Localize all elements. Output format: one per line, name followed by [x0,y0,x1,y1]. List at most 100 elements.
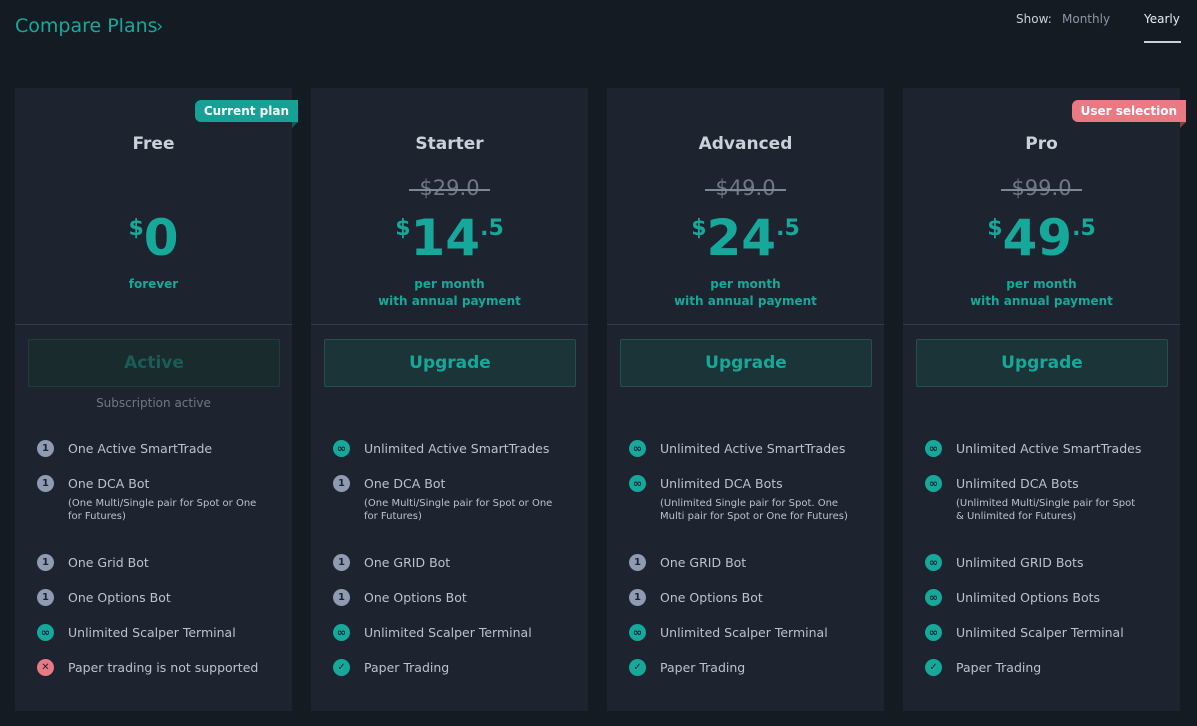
current-plan-badge: Current plan [194,100,299,128]
infinity-icon: ∞ [925,554,942,571]
plan-name: Free [132,134,175,154]
infinity-icon: ∞ [925,589,942,606]
billing-period-line: with annual payment [674,294,817,308]
upgrade-button[interactable]: Upgrade [916,339,1168,387]
feature-label: Unlimited Scalper Terminal [68,625,236,640]
feature-label: Paper Trading [364,660,450,675]
feature-label: Unlimited DCA Bots [956,476,1079,491]
feature-note: (One Multi/Single pair for Spot or One f… [364,498,553,522]
check-icon: ✓ [925,659,942,676]
feature-label: Unlimited GRID Bots [956,555,1084,570]
infinity-icon: ∞ [629,475,646,492]
plan-card-pro: User selection Pro $99.0 $49.5 per month with… [903,88,1187,711]
infinity-icon: ∞ [629,440,646,457]
feature-label: One Active SmartTrade [68,441,213,456]
period-yearly-tab[interactable]: Yearly [1144,12,1180,26]
billing-period: per month with annual payment [607,276,884,310]
old-price-wrapper: $29.0 [311,176,588,200]
active-button: Active [28,339,280,387]
plan-name: Advanced [698,134,793,154]
divider [311,324,588,325]
upgrade-button[interactable]: Upgrade [620,339,872,387]
divider [15,324,292,325]
plan-name: Starter [415,134,484,154]
feature-label: Unlimited Active SmartTrades [364,441,550,456]
price-amount: 24 [706,209,777,267]
price: $0 [15,208,292,268]
billing-period-line: with annual payment [378,294,521,308]
infinity-icon: ∞ [925,475,942,492]
show-label: Show: [1016,12,1052,26]
billing-period-line: per month [710,277,781,291]
billing-period-line: forever [128,277,179,291]
page-title: Compare Plans [15,15,158,37]
chevron-right-icon[interactable]: › [156,16,163,37]
billing-period: per month with annual payment [311,276,588,310]
feature-label: One Options Bot [660,590,763,605]
number-one-icon: 1 [333,589,350,606]
plan-card-advanced: Advanced $49.0 $24.5 per month with annual p… [607,88,884,711]
price: $24.5 [607,208,884,268]
feature-note: (Unlimited Single pair for Spot. One Mul… [660,498,848,522]
billing-period-line: per month [414,277,485,291]
number-one-icon: 1 [37,589,54,606]
feature-label: Paper Trading [956,660,1042,675]
infinity-icon: ∞ [37,624,54,641]
period-monthly-tab[interactable]: Monthly [1062,12,1110,26]
number-one-icon: 1 [37,475,54,492]
feature-label: Paper Trading [660,660,746,675]
price-currency: $ [128,216,144,241]
check-icon: ✓ [333,659,350,676]
old-price-wrapper: $99.0 [903,176,1180,200]
subscription-status: Subscription active [96,396,211,410]
feature-label: One GRID Bot [364,555,451,570]
billing-period-line: per month [1006,277,1077,291]
plan-card-starter: Starter $29.0 $14.5 per month with annual pa… [311,88,588,711]
price-currency: $ [987,216,1003,241]
number-one-icon: 1 [333,554,350,571]
infinity-icon: ∞ [925,440,942,457]
feature-label: One Options Bot [68,590,171,605]
feature-label: One GRID Bot [660,555,747,570]
price-currency: $ [691,216,707,241]
upgrade-button[interactable]: Upgrade [324,339,576,387]
price-amount: 49 [1002,209,1073,267]
infinity-icon: ∞ [333,440,350,457]
old-price: $29.0 [409,176,490,200]
user-selection-badge: User selection [1071,100,1187,128]
number-one-icon: 1 [333,475,350,492]
price-currency: $ [395,216,411,241]
top-bar: Compare Plans › Show: Monthly Yearly [0,0,1197,60]
billing-period: per month with annual payment [903,276,1180,310]
selected-period-indicator [1144,41,1181,43]
feature-label: One DCA Bot [68,476,150,491]
price: $49.5 [903,208,1180,268]
feature-label: Unlimited Scalper Terminal [660,625,828,640]
feature-label: Unlimited Scalper Terminal [364,625,532,640]
infinity-icon: ∞ [925,624,942,641]
price-amount: 14 [410,209,481,267]
price-amount: 0 [143,209,179,267]
feature-label: One Options Bot [364,590,467,605]
number-one-icon: 1 [629,589,646,606]
feature-label: Unlimited Scalper Terminal [956,625,1124,640]
feature-label: Paper trading is not supported [68,660,259,675]
feature-label: Unlimited DCA Bots [660,476,783,491]
check-icon: ✓ [629,659,646,676]
billing-period-line: with annual payment [970,294,1113,308]
feature-label: One DCA Bot [364,476,446,491]
feature-label: Unlimited Active SmartTrades [660,441,846,456]
old-price: $49.0 [705,176,786,200]
old-price: $99.0 [1001,176,1082,200]
plan-card-free: Current plan Free $0 forever Active Subscript… [15,88,299,711]
infinity-icon: ∞ [629,624,646,641]
feature-note: (Unlimited Multi/Single pair for Spot & … [956,498,1136,522]
billing-period: forever [15,276,292,293]
plan-name: Pro [1025,134,1058,154]
cross-icon: ✕ [37,659,54,676]
price-decimal: .5 [480,216,504,241]
feature-label: Unlimited Active SmartTrades [956,441,1142,456]
number-one-icon: 1 [37,440,54,457]
old-price-wrapper: $49.0 [607,176,884,200]
feature-label: One Grid Bot [68,555,149,570]
